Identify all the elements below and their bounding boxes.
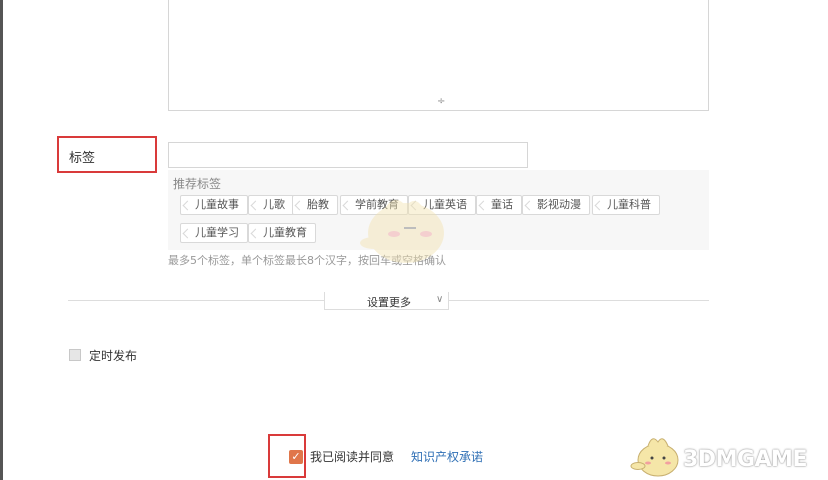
tag-chip[interactable]: 儿童教育	[248, 223, 316, 243]
tag-chip[interactable]: 影视动漫	[522, 195, 590, 215]
watermark-logo-text: 3DMGAME	[683, 447, 807, 472]
tag-chip[interactable]: 胎教	[292, 195, 338, 215]
divider	[449, 300, 709, 301]
window-left-edge	[0, 0, 3, 480]
tag-label: 标签	[69, 151, 96, 166]
tag-chip[interactable]: 儿童科普	[592, 195, 660, 215]
resize-handle-icon[interactable]: ÷	[437, 97, 445, 107]
tag-chip[interactable]: 儿童学习	[180, 223, 248, 243]
description-textarea[interactable]: ÷	[168, 0, 709, 111]
more-settings-toggle[interactable]: 设置更多 ∨	[324, 292, 449, 310]
recommended-tags-title: 推荐标签	[173, 177, 222, 191]
agreement-text: 我已阅读并同意	[310, 450, 395, 464]
more-settings-label: 设置更多	[367, 296, 411, 309]
mascot-watermark-icon	[360, 199, 444, 263]
divider	[68, 300, 324, 301]
tag-chip[interactable]: 儿童故事	[180, 195, 248, 215]
scheduled-publish-checkbox[interactable]	[69, 349, 81, 361]
ip-commitment-link[interactable]: 知识产权承诺	[411, 448, 483, 465]
tag-chip[interactable]: 童话	[476, 195, 522, 215]
tag-chip[interactable]: 儿歌	[248, 195, 294, 215]
mascot-logo-icon	[630, 438, 679, 477]
scheduled-publish-label: 定时发布	[89, 349, 138, 363]
tag-input[interactable]	[168, 142, 528, 168]
agreement-checkbox[interactable]: ✓	[289, 450, 303, 464]
tag-label-highlight: 标签	[57, 136, 157, 173]
chevron-down-icon: ∨	[436, 294, 444, 305]
